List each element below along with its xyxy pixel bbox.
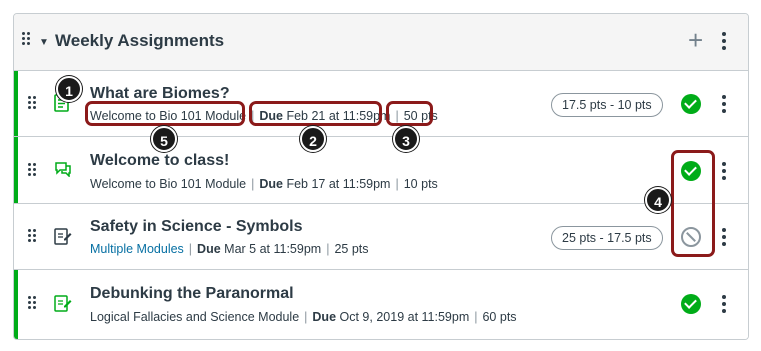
due-date: Feb 17 at 11:59pm xyxy=(286,177,391,191)
drag-handle-icon[interactable] xyxy=(28,96,36,109)
points-range-pill[interactable]: 25 pts - 17.5 pts xyxy=(551,226,663,250)
assignment-title[interactable]: Welcome to class! xyxy=(90,152,229,170)
due-date: Mar 5 at 11:59pm xyxy=(224,242,322,256)
callout-badge-4: 4 xyxy=(645,187,671,213)
assignment-group-header[interactable]: ▼ Weekly Assignments + xyxy=(14,14,748,71)
due-date: Oct 9, 2019 at 11:59pm xyxy=(339,310,470,324)
plus-icon[interactable]: + xyxy=(688,27,703,53)
assignment-title[interactable]: Debunking the Paranormal xyxy=(90,285,294,303)
callout-box-module xyxy=(85,101,245,126)
assignment-meta: Logical Fallacies and Science Module | Due… xyxy=(90,310,517,324)
drag-handle-icon[interactable] xyxy=(28,229,36,242)
due-label: Due xyxy=(312,310,337,324)
module-name: Logical Fallacies and Science Module xyxy=(90,310,300,324)
assignment-meta: Welcome to Bio 101 Module | Due Feb 17 at … xyxy=(90,177,438,191)
published-check-icon[interactable] xyxy=(681,94,701,114)
points-range-pill[interactable]: 17.5 pts - 10 pts xyxy=(551,93,663,117)
assignment-title[interactable]: Safety in Science - Symbols xyxy=(90,218,303,236)
assignment-icon xyxy=(54,227,72,250)
due-label: Due xyxy=(259,177,283,191)
caret-down-icon[interactable]: ▼ xyxy=(39,37,49,48)
assignment-meta: Multiple Modules | Due Mar 5 at 11:59pm | 25… xyxy=(90,242,369,256)
discussion-icon xyxy=(54,161,72,182)
drag-handle-icon[interactable] xyxy=(28,296,36,309)
callout-badge-5: 5 xyxy=(151,126,177,152)
callout-badge-2: 2 xyxy=(300,126,326,152)
module-link[interactable]: Multiple Modules xyxy=(90,242,184,256)
callout-box-due-date xyxy=(249,101,382,126)
points: 25 pts xyxy=(334,242,369,256)
callout-badge-3: 3 xyxy=(393,126,419,152)
published-check-icon[interactable] xyxy=(681,294,701,314)
assignment-icon xyxy=(54,294,72,317)
callout-box-points xyxy=(386,101,433,126)
callout-badge-1: 1 xyxy=(56,76,82,102)
kebab-icon[interactable] xyxy=(722,32,726,50)
kebab-icon[interactable] xyxy=(722,162,726,180)
assignment-group-panel: ▼ Weekly Assignments + What are Biomes? … xyxy=(13,13,749,340)
assignment-row[interactable]: Safety in Science - Symbols Multiple Mod… xyxy=(14,204,748,270)
callout-box-status xyxy=(671,150,715,257)
points: 60 pts xyxy=(482,310,517,324)
assignment-row[interactable]: Welcome to class! Welcome to Bio 101 Mod… xyxy=(14,137,748,204)
points: 10 pts xyxy=(403,177,438,191)
drag-handle-icon[interactable] xyxy=(22,32,30,45)
kebab-icon[interactable] xyxy=(722,95,726,113)
assignment-group-title: Weekly Assignments xyxy=(55,31,225,50)
kebab-icon[interactable] xyxy=(722,228,726,246)
module-name: Welcome to Bio 101 Module xyxy=(90,177,247,191)
due-label: Due xyxy=(197,242,221,256)
kebab-icon[interactable] xyxy=(722,295,726,313)
drag-handle-icon[interactable] xyxy=(28,163,36,176)
assignment-row[interactable]: Debunking the Paranormal Logical Fallaci… xyxy=(14,270,748,339)
